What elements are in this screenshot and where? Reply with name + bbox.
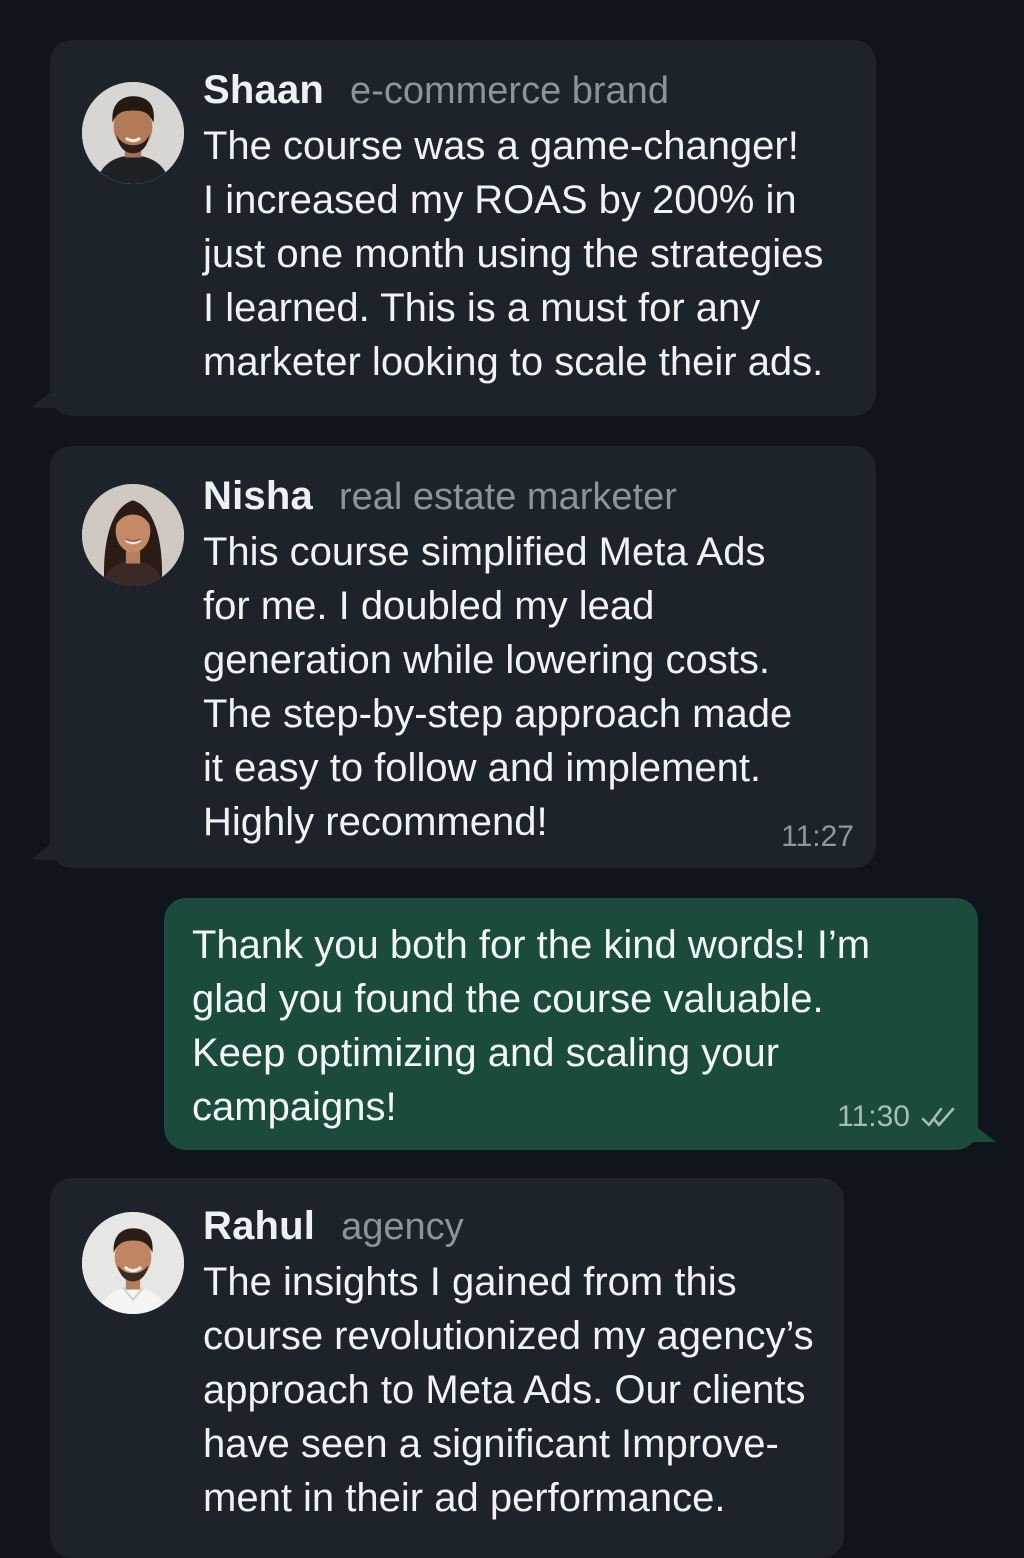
sender-role: real estate marketer [338,476,677,518]
sender-name: Shaan [203,68,325,112]
avatar-shaan[interactable] [82,82,184,184]
bubble-tail [30,832,66,860]
message-text: The insights I gained from this course r… [203,1260,814,1520]
avatar-photo-icon [82,82,184,184]
sender-role: e-commerce brand [350,70,669,112]
message-text: The course was a game-changer! I increas… [203,124,824,384]
avatar-photo-icon [82,484,184,586]
incoming-message-shaan[interactable]: Shaan e-commerce brand The course was a … [30,40,876,416]
bubble-tail [960,1114,996,1142]
avatar-rahul[interactable] [82,1212,184,1314]
sender-name: Nisha [203,474,313,518]
incoming-message-nisha[interactable]: Nisha real estate marketer This course s… [30,446,876,868]
message-text: Thank you both for the kind words! I’m g… [192,923,871,1129]
outgoing-message[interactable]: Thank you both for the kind words! I’m g… [164,898,996,1150]
bubble-tail [30,380,66,408]
sender-role: agency [341,1206,464,1248]
message-timestamp: 11:27 [781,820,854,853]
message-meta: 11:30 [837,1100,956,1134]
avatar-nisha[interactable] [82,484,184,586]
double-check-icon [920,1105,956,1129]
sender-name: Rahul [203,1204,316,1248]
message-timestamp: 11:30 [837,1100,910,1133]
message-text: This course simplified Meta Ads for me. … [203,530,793,844]
chat-thread[interactable]: Shaan e-commerce brand The course was a … [0,0,1024,1558]
incoming-message-rahul[interactable]: Rahul agency The insights I gained from … [50,1178,844,1558]
avatar-photo-icon [82,1212,184,1314]
